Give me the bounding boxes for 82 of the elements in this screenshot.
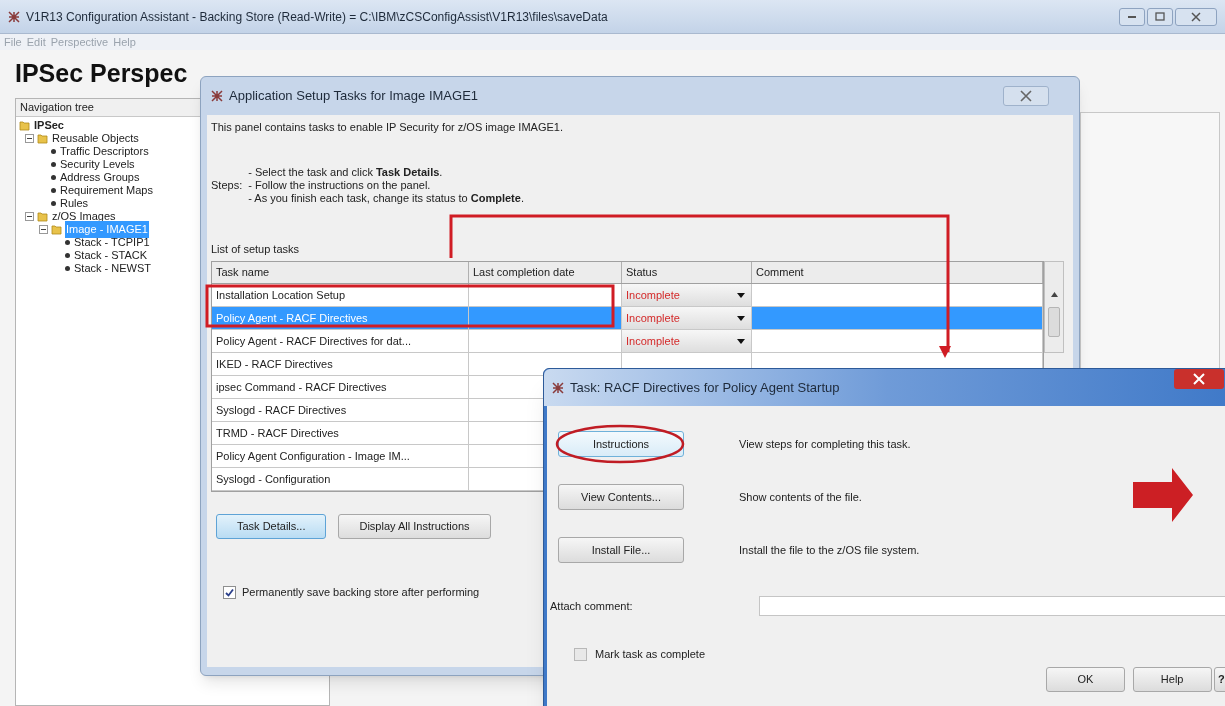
status-dropdown[interactable]: Incomplete bbox=[622, 330, 752, 352]
maximize-button[interactable] bbox=[1147, 7, 1173, 26]
table-cell: Installation Location Setup bbox=[212, 284, 469, 306]
caret-icon bbox=[737, 292, 745, 298]
close-button[interactable] bbox=[1175, 7, 1217, 26]
column-header[interactable]: Last completion date bbox=[469, 262, 622, 283]
close-icon bbox=[1191, 11, 1201, 22]
table-row[interactable]: Policy Agent - RACF Directives for dat... Incomplete bbox=[212, 330, 1043, 353]
action-description: Install the file to the z/OS file system. bbox=[739, 542, 920, 558]
comment-label: Attach comment: bbox=[550, 598, 634, 614]
bullet-icon bbox=[51, 188, 56, 193]
step-text: - As you finish each task, change its status to Complete. bbox=[248, 191, 524, 205]
panel-header: Navigation tree bbox=[20, 100, 94, 116]
checkbox[interactable] bbox=[574, 647, 587, 661]
folder-icon bbox=[37, 133, 48, 144]
dialog-title: Task: RACF Directives for Policy Agent Startup bbox=[570, 378, 840, 397]
column-header[interactable]: Status bbox=[622, 262, 752, 283]
dialog-button[interactable]: ? bbox=[1213, 666, 1225, 692]
window-title: V1R13 Configuration Assistant - Backing Store (Read-Write) = C:\IBM\zCSConfigAssist\V1R13\files\saveData bbox=[26, 8, 608, 26]
comment-field[interactable] bbox=[759, 596, 1225, 616]
close-button[interactable] bbox=[1174, 369, 1224, 389]
checkbox-label: Permanently save backing store after performing bbox=[242, 585, 480, 600]
folder-icon bbox=[19, 120, 30, 131]
table-cell: Policy Agent - RACF Directives for dat... bbox=[212, 330, 469, 352]
pointer-arrow bbox=[1133, 468, 1193, 522]
column-header[interactable]: Task name bbox=[212, 262, 469, 283]
bullet-icon bbox=[51, 175, 56, 180]
close-icon bbox=[1020, 90, 1032, 102]
bullet-icon bbox=[51, 162, 56, 167]
app-icon bbox=[8, 10, 20, 23]
step-text: - Select the task and click Task Details. bbox=[248, 165, 444, 179]
status-dropdown[interactable]: Incomplete bbox=[622, 307, 752, 329]
table-cell: ipsec Command - RACF Directives bbox=[212, 376, 469, 398]
dialog-button[interactable]: Display All Instructions bbox=[338, 514, 491, 539]
action-description: View steps for completing this task. bbox=[739, 436, 911, 452]
bullet-icon bbox=[51, 149, 56, 154]
folder-icon bbox=[51, 224, 62, 235]
checkbox[interactable] bbox=[223, 585, 236, 599]
dialog-button[interactable]: OK bbox=[1046, 666, 1125, 692]
table-row[interactable]: Policy Agent - RACF Directives Incomplete bbox=[212, 307, 1043, 330]
bullet-icon bbox=[65, 266, 70, 271]
app-icon bbox=[211, 90, 223, 102]
scroll-thumb[interactable] bbox=[1048, 307, 1060, 337]
action-button[interactable]: View Contents... bbox=[558, 484, 684, 510]
step-text: - Follow the instructions on the panel. bbox=[248, 178, 432, 192]
collapse-icon[interactable] bbox=[25, 212, 34, 221]
table-cell: Policy Agent Configuration - Image IM... bbox=[212, 445, 469, 467]
list-label: List of setup tasks bbox=[211, 241, 301, 257]
collapse-icon[interactable] bbox=[39, 225, 48, 234]
table-cell: Policy Agent - RACF Directives bbox=[212, 307, 469, 329]
dialog-title: Application Setup Tasks for Image IMAGE1 bbox=[229, 87, 479, 106]
collapse-icon[interactable] bbox=[25, 134, 34, 143]
action-button[interactable]: Install File... bbox=[558, 537, 684, 563]
action-description: Show contents of the file. bbox=[739, 489, 862, 505]
caret-icon bbox=[737, 338, 745, 344]
status-dropdown[interactable]: Incomplete bbox=[622, 284, 752, 306]
bullet-icon bbox=[65, 240, 70, 245]
scroll-up-icon bbox=[1050, 292, 1058, 297]
dialog-button[interactable]: Help bbox=[1132, 666, 1212, 692]
maximize-icon bbox=[1155, 12, 1165, 21]
table-cell: TRMD - RACF Directives bbox=[212, 422, 469, 444]
app-icon bbox=[552, 381, 564, 394]
table-cell: Syslogd - RACF Directives bbox=[212, 399, 469, 421]
scrollbar[interactable] bbox=[1044, 261, 1064, 353]
checkbox-label: Mark task as complete bbox=[595, 647, 706, 662]
bullet-icon bbox=[51, 201, 56, 206]
steps-label: Steps: bbox=[211, 177, 243, 193]
dialog-button[interactable]: Task Details... bbox=[216, 514, 327, 539]
close-icon bbox=[1193, 373, 1205, 385]
bullet-icon bbox=[65, 253, 70, 258]
checkmark-icon bbox=[225, 587, 234, 597]
folder-icon bbox=[37, 211, 48, 222]
table-row[interactable]: Installation Location Setup Incomplete bbox=[212, 284, 1043, 307]
close-button[interactable] bbox=[1003, 86, 1049, 106]
perspective-title: IPSec Perspec bbox=[15, 58, 188, 90]
caret-icon bbox=[737, 315, 745, 321]
table-cell: IKED - RACF Directives bbox=[212, 353, 469, 375]
minimize-button[interactable] bbox=[1119, 7, 1145, 26]
column-header[interactable]: Comment bbox=[752, 262, 1043, 283]
action-button[interactable]: Instructions bbox=[558, 431, 684, 457]
table-cell: Syslogd - Configuration bbox=[212, 468, 469, 490]
intro-text: This panel contains tasks to enable IP Security for z/OS image IMAGE1. bbox=[211, 120, 564, 135]
